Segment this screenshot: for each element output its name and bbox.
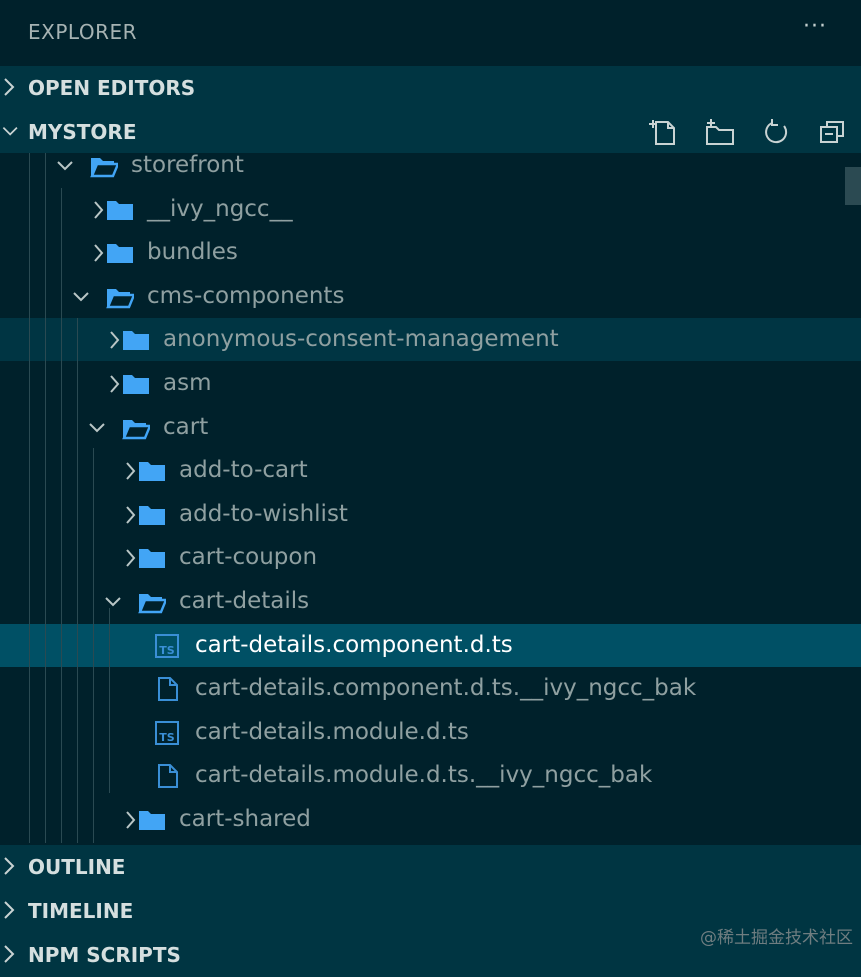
tree-item-label: cart-details.component.d.ts.__ivy_ngcc_b… bbox=[195, 675, 697, 702]
explorer-actions bbox=[645, 115, 851, 149]
svg-text:TS: TS bbox=[159, 731, 175, 744]
indent-guide bbox=[61, 188, 62, 843]
tree-item-label: cart-shared bbox=[179, 806, 311, 832]
tree-item-label: cart-details.module.d.ts.__ivy_ngcc_bak bbox=[195, 762, 653, 789]
folder-icon bbox=[123, 375, 149, 394]
tree-item-label: add-to-wishlist bbox=[179, 500, 348, 527]
collapse-all-icon[interactable] bbox=[813, 115, 851, 149]
tree-item-label: storefront bbox=[131, 153, 244, 178]
chevron-right-icon bbox=[126, 811, 136, 829]
explorer-title: EXPLORER bbox=[28, 20, 137, 44]
chevron-right-icon bbox=[4, 901, 15, 919]
svg-text:TS: TS bbox=[159, 644, 175, 657]
tree-item-label: cart-details.module.d.ts bbox=[195, 718, 469, 745]
chevron-right-icon bbox=[126, 549, 136, 568]
tree-file-item[interactable]: TS cart-details.module.d.ts bbox=[0, 711, 861, 754]
tree-folder-item[interactable]: add-to-wishlist bbox=[0, 493, 861, 536]
tree-file-item[interactable]: cart-details.module.d.ts.__ivy_ngcc_bak bbox=[0, 754, 861, 797]
typescript-file-icon: TS bbox=[155, 633, 179, 658]
tree-folder-item[interactable]: cart-shared bbox=[0, 798, 861, 841]
chevron-down-icon bbox=[57, 161, 73, 171]
chevron-down-icon bbox=[89, 422, 105, 433]
tree-file-item[interactable]: TS cart-details.component.d.ts bbox=[0, 623, 861, 667]
folder-icon bbox=[107, 200, 133, 220]
tree-folder-item[interactable]: add-to-cart bbox=[0, 449, 861, 492]
chevron-right-icon bbox=[110, 331, 120, 350]
section-label: OPEN EDITORS bbox=[28, 76, 196, 100]
tree-folder-item[interactable]: anonymous-consent-management bbox=[0, 318, 861, 362]
folder-icon bbox=[107, 244, 133, 264]
chevron-right-icon bbox=[126, 462, 136, 480]
chevron-down-icon bbox=[73, 292, 89, 302]
file-icon bbox=[158, 764, 178, 789]
indent-guide bbox=[109, 608, 110, 793]
folder-open-icon bbox=[122, 419, 150, 439]
tree-folder-item[interactable]: __ivy_ngcc__ bbox=[0, 188, 861, 231]
folder-open-icon bbox=[138, 594, 166, 614]
chevron-right-icon bbox=[94, 200, 104, 219]
tree-item-label: cms-components bbox=[147, 282, 345, 309]
section-label: NPM SCRIPTS bbox=[28, 943, 181, 967]
indent-guide bbox=[77, 318, 78, 843]
folder-icon bbox=[139, 811, 165, 830]
file-tree: storefront __ivy_ngcc__bundles cms-compone… bbox=[0, 153, 861, 843]
tree-item-label: cart-details.component.d.ts bbox=[195, 631, 513, 658]
tree-item-label: cart-coupon bbox=[179, 544, 318, 571]
section-mystore[interactable]: MYSTORE bbox=[0, 110, 861, 154]
tree-item-label: __ivy_ngcc__ bbox=[147, 195, 293, 222]
tree-folder-item[interactable]: storefront bbox=[0, 153, 861, 187]
folder-icon bbox=[139, 505, 165, 525]
explorer-header: EXPLORER ··· bbox=[0, 0, 861, 66]
tree-folder-item[interactable]: cart-details bbox=[0, 580, 861, 623]
section-open-editors[interactable]: OPEN EDITORS bbox=[0, 66, 861, 110]
watermark: @稀土掘金技术社区 bbox=[700, 928, 853, 948]
section-label: TIMELINE bbox=[28, 899, 134, 923]
chevron-down-icon bbox=[105, 597, 121, 607]
new-folder-icon[interactable] bbox=[701, 115, 739, 149]
file-icon bbox=[158, 677, 178, 702]
tree-item-label: cart bbox=[163, 413, 209, 440]
refresh-icon[interactable] bbox=[757, 115, 795, 149]
more-actions-button[interactable]: ··· bbox=[803, 14, 827, 39]
tree-item-label: anonymous-consent-management bbox=[163, 326, 559, 353]
chevron-down-icon bbox=[2, 127, 18, 136]
chevron-right-icon bbox=[94, 244, 104, 262]
folder-icon bbox=[139, 549, 165, 569]
new-file-icon[interactable] bbox=[645, 115, 683, 149]
folder-open-icon bbox=[90, 158, 118, 178]
indent-guide bbox=[29, 153, 30, 843]
folder-icon bbox=[139, 462, 165, 482]
tree-item-label: bundles bbox=[147, 239, 238, 266]
scrollbar-thumb[interactable] bbox=[845, 167, 861, 205]
tree-folder-item[interactable]: bundles bbox=[0, 231, 861, 274]
typescript-file-icon: TS bbox=[155, 720, 179, 745]
chevron-right-icon bbox=[110, 375, 120, 393]
tree-folder-item[interactable]: asm bbox=[0, 362, 861, 405]
chevron-right-icon bbox=[4, 78, 15, 96]
folder-icon bbox=[123, 331, 149, 351]
tree-folder-item[interactable]: cart bbox=[0, 406, 861, 449]
indent-guide bbox=[93, 448, 94, 843]
indent-guide bbox=[45, 153, 46, 843]
tree-item-label: add-to-cart bbox=[179, 457, 308, 484]
chevron-right-icon bbox=[126, 506, 136, 524]
tree-item-label: asm bbox=[163, 370, 212, 396]
tree-folder-item[interactable]: cms-components bbox=[0, 275, 861, 318]
section-outline[interactable]: OUTLINE bbox=[0, 845, 861, 889]
folder-open-icon bbox=[106, 288, 134, 308]
tree-file-item[interactable]: cart-details.component.d.ts.__ivy_ngcc_b… bbox=[0, 667, 861, 710]
section-label: MYSTORE bbox=[28, 120, 137, 144]
chevron-right-icon bbox=[4, 945, 15, 963]
tree-folder-item[interactable]: cart-coupon bbox=[0, 536, 861, 579]
section-label: OUTLINE bbox=[28, 855, 126, 879]
tree-item-label: cart-details bbox=[179, 588, 310, 614]
chevron-right-icon bbox=[4, 857, 15, 875]
